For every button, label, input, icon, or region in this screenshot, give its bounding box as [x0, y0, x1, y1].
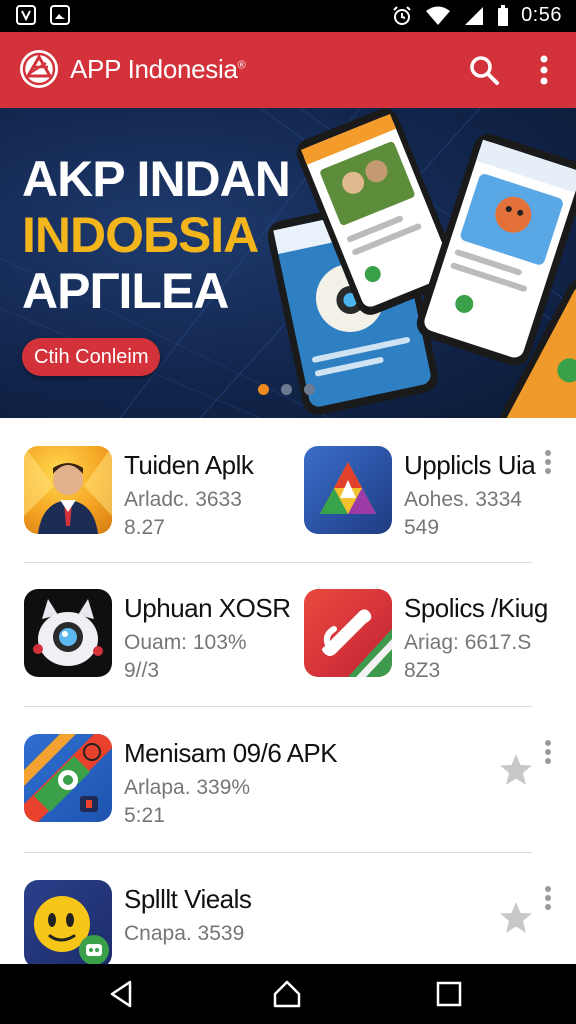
app-name: Menisam 09/6 APK	[124, 738, 338, 768]
registered-mark: ®	[237, 59, 246, 72]
app-name: Upplicls Uia	[404, 450, 536, 480]
image-icon	[50, 5, 70, 25]
divider	[24, 852, 532, 853]
app-card[interactable]: Tuiden Aplk Arladc. 3633 8.27	[24, 446, 284, 539]
home-icon[interactable]	[271, 978, 303, 1010]
phone-handset-icon	[304, 589, 392, 677]
app-title-text: APP Indonesia	[70, 54, 238, 84]
more-vert-icon[interactable]	[542, 450, 554, 480]
app-logo-icon	[20, 50, 58, 88]
star-icon[interactable]	[498, 752, 534, 788]
phones-illustration	[267, 108, 576, 418]
app-title: APP Indonesia®	[70, 54, 246, 85]
smiley-face-icon	[24, 880, 112, 968]
game-pieces-icon	[24, 734, 112, 822]
app-name: Splllt Vieals	[124, 884, 252, 914]
app-rating: Cnapa. 3539	[124, 922, 245, 945]
carousel-dot-active[interactable]	[258, 384, 269, 395]
back-icon[interactable]	[106, 978, 138, 1010]
carousel-dots	[258, 384, 315, 395]
app-size: 8Z3	[404, 659, 441, 682]
more-vert-icon[interactable]	[530, 52, 558, 88]
app-card[interactable]: Upplicls Uia Aohes. 3334 549	[304, 446, 564, 539]
app-name: Tuiden Aplk	[124, 450, 254, 480]
carousel-dot[interactable]	[304, 384, 315, 395]
more-vert-icon[interactable]	[542, 740, 554, 770]
app-rating: Ariag: 6617.S	[404, 631, 532, 654]
divider	[24, 562, 532, 563]
app-name: Uphuan XOSR	[124, 593, 291, 623]
search-icon[interactable]	[466, 52, 502, 88]
app-size: 549	[404, 516, 440, 539]
wifi-icon	[426, 6, 451, 25]
alarm-icon	[393, 5, 411, 25]
more-vert-icon[interactable]	[542, 886, 554, 916]
triangle-logo-icon	[304, 446, 392, 534]
app-card[interactable]: Uphuan XOSR Ouam: 103% 9//3	[24, 589, 291, 682]
system-nav-bar	[0, 964, 576, 1024]
app-card[interactable]: Spolics /Kiug Ariag: 6617.S 8Z3	[304, 589, 564, 682]
person-portrait-icon	[24, 446, 112, 534]
recents-icon[interactable]	[433, 978, 465, 1010]
battery-icon	[498, 4, 509, 26]
app-size: 9//3	[124, 659, 160, 682]
app-card[interactable]: Splllt Vieals Cnapa. 3539	[24, 880, 504, 968]
app-rating: Aohes. 3334	[404, 488, 522, 511]
signal-icon	[465, 6, 484, 25]
promo-banner[interactable]: AKP INDAN INDOБSIA APΓILEA Ctih Conleim	[0, 108, 576, 418]
divider	[24, 706, 532, 707]
camera-robot-icon	[24, 589, 112, 677]
app-rating: Arlapa. 339%	[124, 776, 251, 799]
app-name: Spolics /Kiug	[404, 593, 548, 623]
app-rating: Ouam: 103%	[124, 631, 247, 654]
shield-icon	[16, 5, 36, 25]
carousel-dot[interactable]	[281, 384, 292, 395]
app-card[interactable]: Menisam 09/6 APK Arlapa. 339% 5:21	[24, 734, 504, 827]
clock: 0:56	[521, 4, 562, 26]
app-size: 8.27	[124, 516, 165, 539]
app-size: 5:21	[124, 804, 165, 827]
star-icon[interactable]	[498, 900, 534, 936]
app-rating: Arladc. 3633	[124, 488, 242, 511]
status-bar: 0:56	[0, 0, 576, 32]
app-bar: APP Indonesia®	[0, 32, 576, 108]
